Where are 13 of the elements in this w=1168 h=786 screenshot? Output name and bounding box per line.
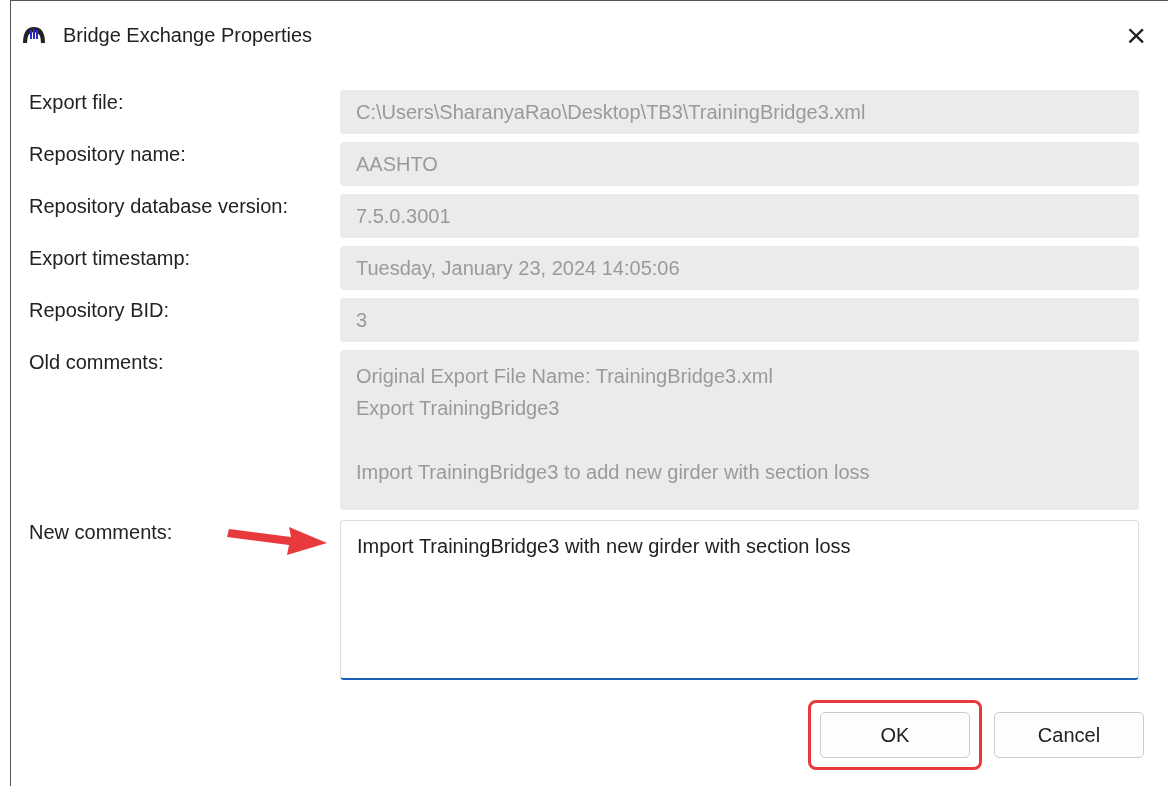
dialog-button[interactable]: OK bbox=[820, 712, 970, 758]
window-title: Bridge Exchange Properties bbox=[63, 23, 313, 48]
field-label: Repository BID: bbox=[29, 298, 171, 322]
field-label: Export timestamp: bbox=[29, 246, 192, 270]
field-label: Repository database version: bbox=[29, 194, 290, 218]
field-label: Old comments: bbox=[29, 350, 165, 374]
field-label: New comments: bbox=[29, 520, 174, 544]
dialog-button[interactable]: Cancel bbox=[994, 712, 1144, 758]
bridge-icon bbox=[21, 25, 47, 45]
field-label: Repository name: bbox=[29, 142, 187, 166]
field-label: Export file: bbox=[29, 90, 125, 114]
close-button[interactable]: × bbox=[1122, 18, 1150, 52]
comments-input[interactable]: Import TrainingBridge3 with new girder with section loss bbox=[340, 520, 1139, 680]
